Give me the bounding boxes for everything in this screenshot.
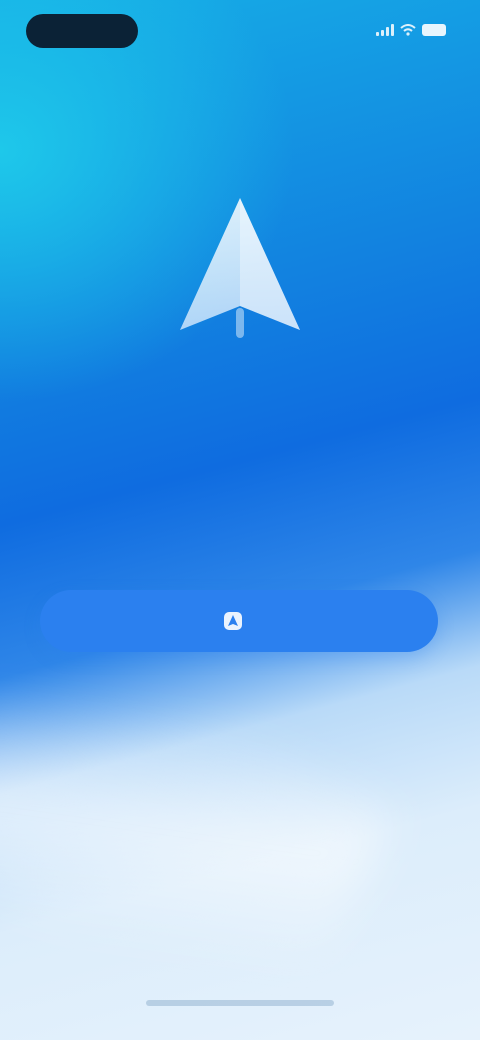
onboarding-screen xyxy=(0,0,480,1040)
home-indicator[interactable] xyxy=(146,1000,334,1006)
status-bar-icons xyxy=(376,24,446,36)
signal-icon xyxy=(376,24,394,36)
status-bar-time-pill xyxy=(26,14,138,48)
app-logo-icon xyxy=(224,612,242,630)
get-started-button[interactable] xyxy=(40,590,438,652)
battery-icon xyxy=(422,24,446,36)
wifi-icon xyxy=(400,24,416,36)
background-light-streak xyxy=(0,616,397,1040)
paper-plane-icon xyxy=(180,198,300,338)
